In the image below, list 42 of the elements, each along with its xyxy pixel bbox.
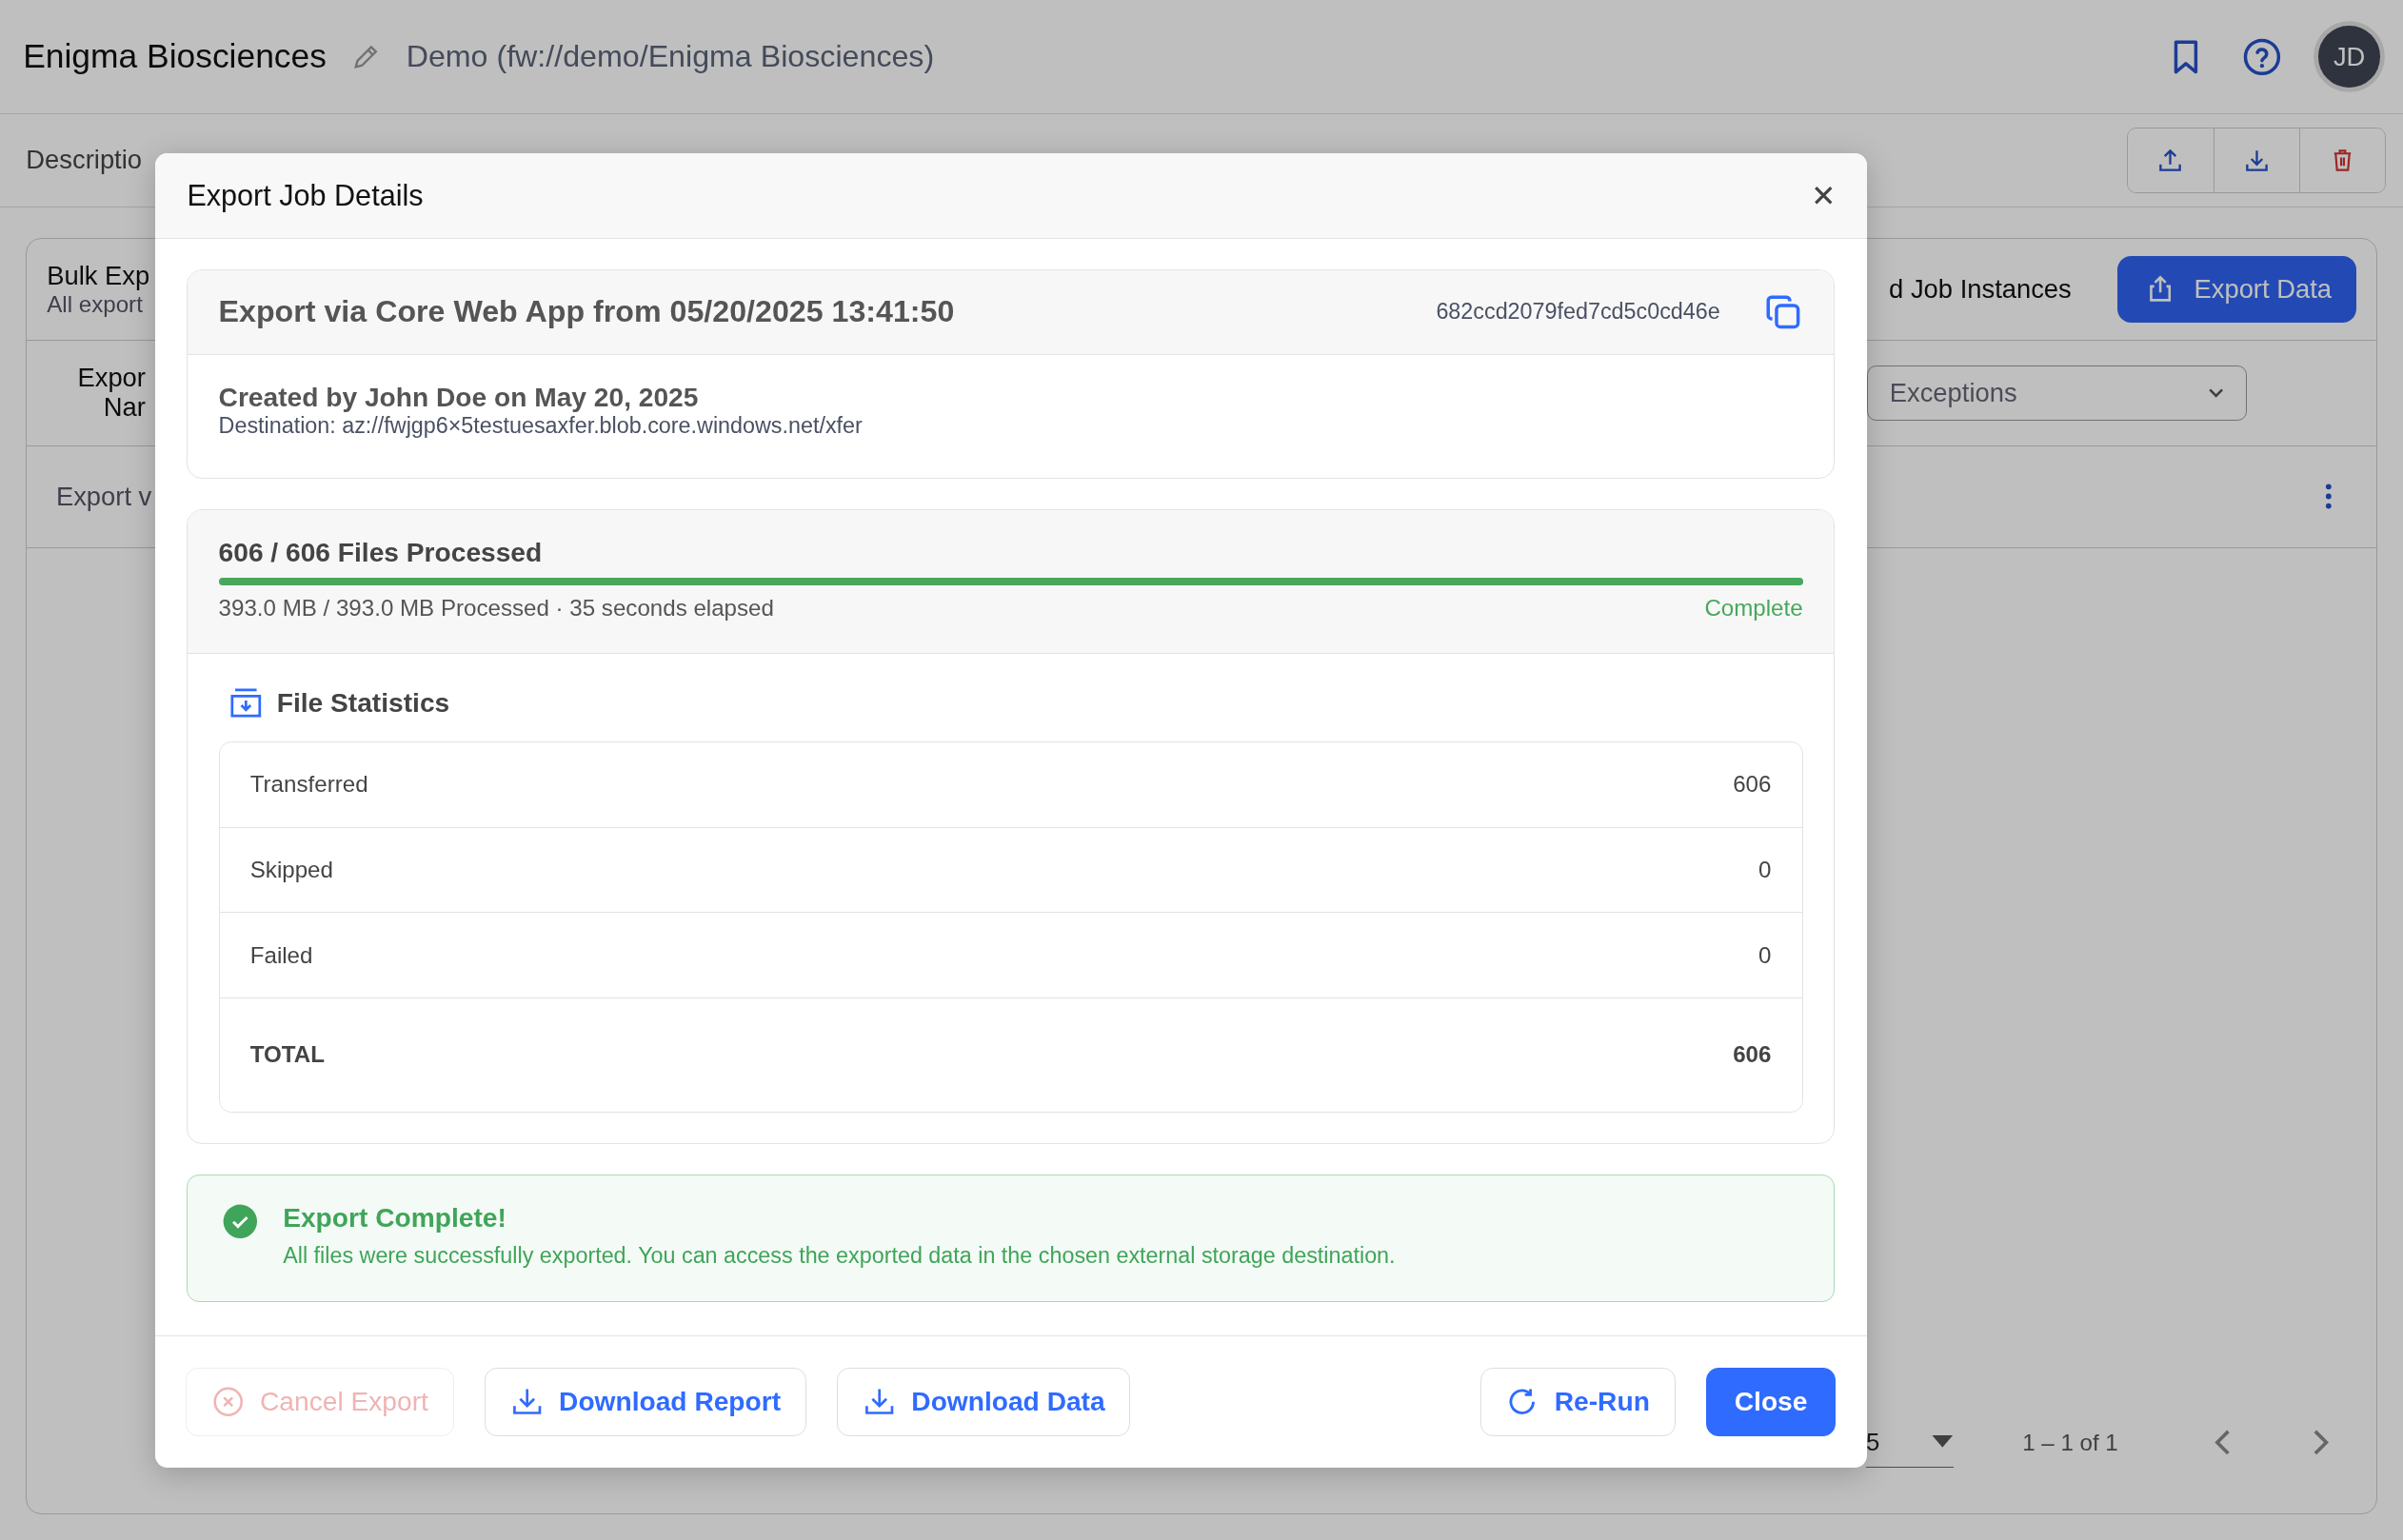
previous-page-icon[interactable] <box>2213 1429 2232 1457</box>
project-title: Enigma Biosciences <box>23 37 327 77</box>
created-by-text: Created by John Doe on May 20, 2025 <box>218 383 700 414</box>
download-button[interactable]: Download Data <box>837 1367 1131 1437</box>
destination-text: Destination: az://fwjgp6×5testuesaxfer.blob.core.windows.net/xfer <box>218 413 864 440</box>
job-title: Export via Core Web App from 05/20/2025 13:41:50 <box>218 294 955 330</box>
more-icon[interactable] <box>2323 483 2333 511</box>
stat-label: Skipped <box>249 857 333 883</box>
export-data-button[interactable]: Export Data <box>2117 255 2356 324</box>
progress-status: Complete <box>1704 594 1803 622</box>
close-button[interactable]: Close <box>1705 1367 1837 1437</box>
panel-subtitle: All export <box>47 291 144 318</box>
check-circle-icon <box>221 1203 259 1240</box>
column-header: Expor Nar <box>77 364 146 423</box>
stat-value: 606 <box>1733 1041 1772 1069</box>
stat-value: 0 <box>1758 857 1772 883</box>
stat-value: 606 <box>1733 771 1772 799</box>
caret-icon <box>1932 1434 1954 1450</box>
stat-label: Failed <box>249 941 313 969</box>
dialog-title: Export Job Details <box>187 178 424 212</box>
re-run-button[interactable]: Re-Run <box>1480 1367 1676 1437</box>
help-icon[interactable] <box>2242 36 2282 77</box>
tab[interactable]: Descriptio <box>26 145 142 176</box>
job-id: 682ccd2079fed7cd5c0cd46e <box>1436 299 1720 326</box>
cancel-icon <box>210 1385 245 1419</box>
progress-details: 393.0 MB / 393.0 MB Processed · 35 seconds elapsed <box>218 594 774 622</box>
panel-title: Bulk Exp <box>47 261 150 291</box>
alert-message: All files were successfully exported. You can access the exported data in the chosen external storage destination. <box>283 1242 1396 1269</box>
stats-title: File Statistics <box>276 687 450 719</box>
alert-title: Export Complete! <box>283 1203 507 1234</box>
delete-button[interactable] <box>2299 128 2386 193</box>
stat-label: TOTAL <box>249 1041 325 1069</box>
download-button[interactable]: Download Report <box>484 1367 806 1437</box>
stat-value: 0 <box>1758 941 1772 969</box>
stat-label: Transferred <box>249 771 368 799</box>
table-cell: Export v <box>55 481 152 512</box>
filter-select[interactable]: Exceptions <box>1867 365 2248 421</box>
section-title: d Job Instances <box>1889 274 2072 305</box>
files-processed-text: 606 / 606 Files Processed <box>218 538 544 569</box>
close-icon[interactable] <box>1813 184 1835 207</box>
page-range: 1 – 1 of 1 <box>2022 1429 2118 1456</box>
project-path: Demo (fw://demo/Enigma Biosciences) <box>406 39 935 75</box>
